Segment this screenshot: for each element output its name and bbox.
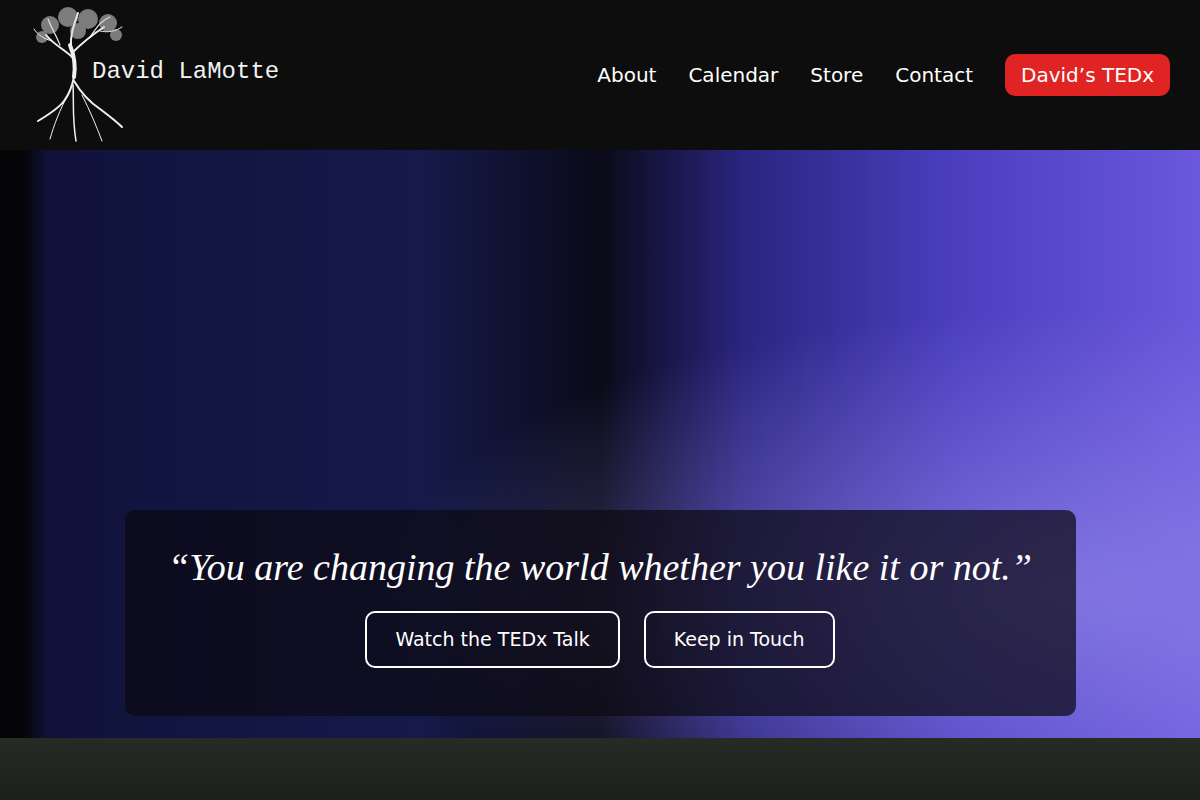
main-nav: About Calendar Store Contact David’s TEDx bbox=[597, 54, 1170, 96]
hero-buttons: Watch the TEDx Talk Keep in Touch bbox=[365, 611, 834, 668]
hero-button[interactable]: Keep in Touch bbox=[644, 611, 835, 668]
hero-button[interactable]: Watch the TEDx Talk bbox=[365, 611, 619, 668]
nav-link[interactable]: Calendar bbox=[688, 63, 778, 87]
nav-link[interactable]: Contact bbox=[895, 63, 973, 87]
nav-link[interactable]: About bbox=[597, 63, 656, 87]
logo-text[interactable]: David LaMotte bbox=[92, 58, 279, 85]
nav-link[interactable]: Store bbox=[810, 63, 863, 87]
site-header: David LaMotte About Calendar Store Contact Da… bbox=[0, 0, 1200, 150]
hero-overlay: “You are changing the world whether you … bbox=[125, 510, 1076, 716]
tedx-button[interactable]: David’s TEDx bbox=[1005, 54, 1170, 96]
site-logo[interactable]: David LaMotte bbox=[30, 5, 279, 145]
next-section bbox=[0, 738, 1200, 800]
page: David LaMotte About Calendar Store Contact Da… bbox=[0, 0, 1200, 800]
hero-quote: “You are changing the world whether you … bbox=[168, 545, 1032, 589]
hero-photo: “You are changing the world whether you … bbox=[0, 150, 1200, 738]
